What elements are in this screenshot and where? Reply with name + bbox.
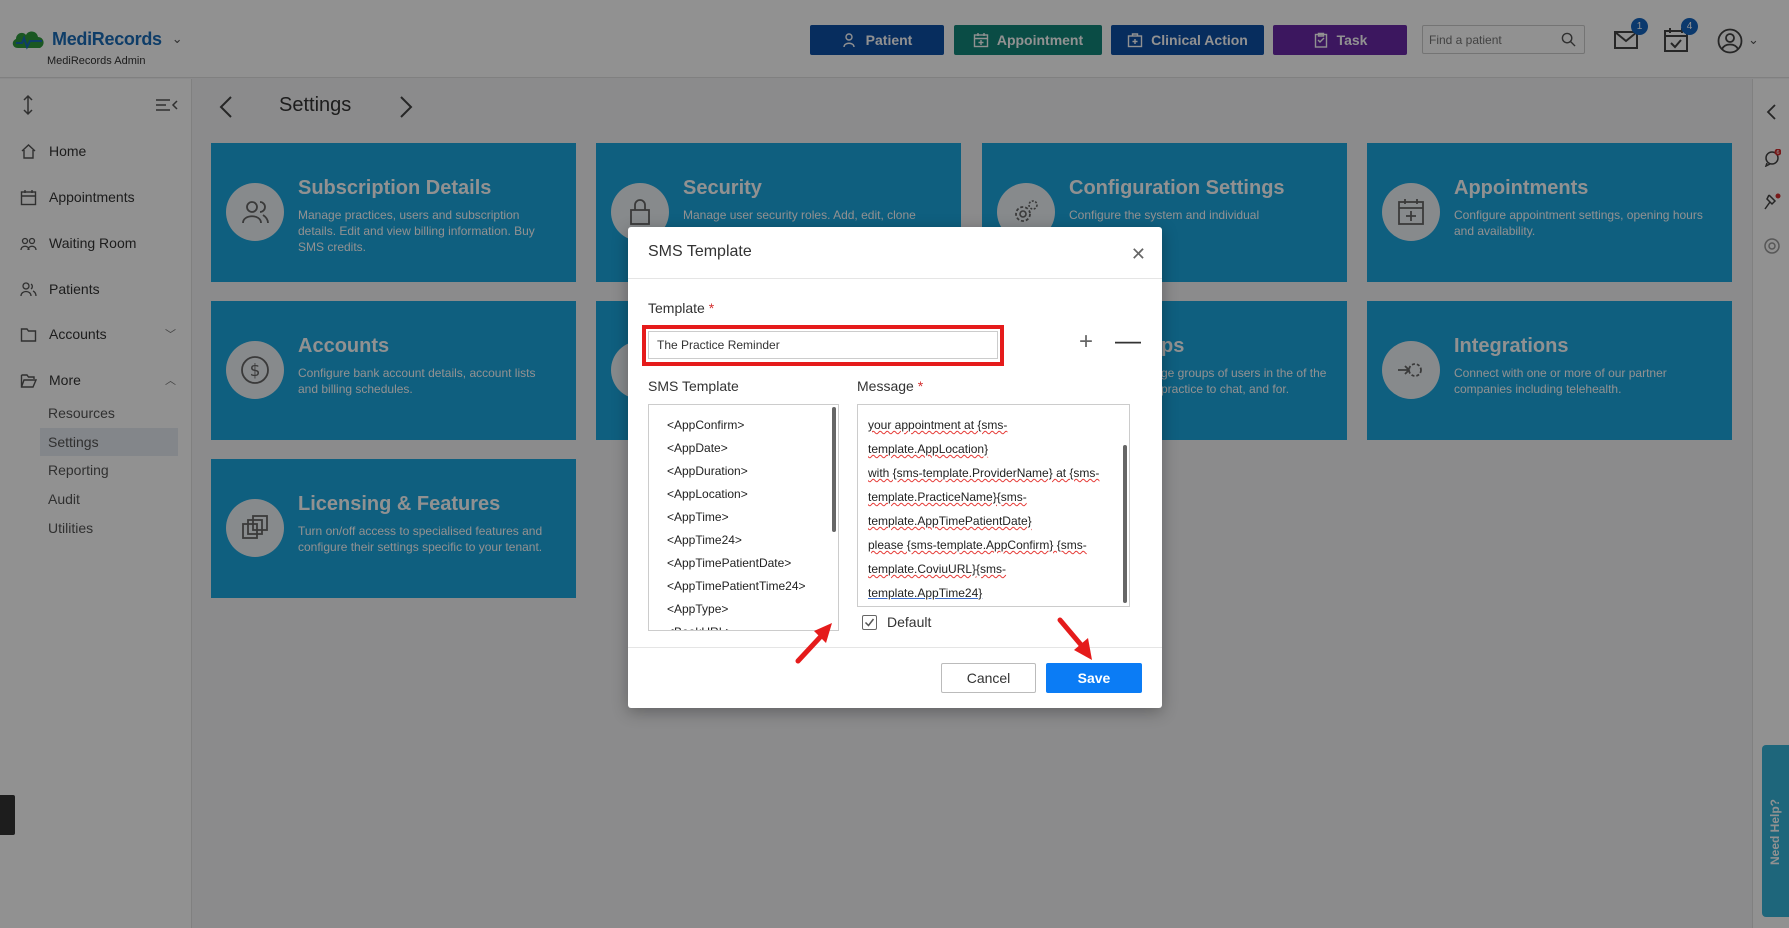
message-line: template.AppLocation}: [868, 442, 989, 456]
list-item[interactable]: <AppConfirm>: [649, 414, 838, 437]
tag-list[interactable]: <AppConfirm> <AppDate> <AppDuration> <Ap…: [648, 404, 839, 631]
highlight-box: [642, 325, 1004, 366]
list-item[interactable]: <AppTime>: [649, 506, 838, 529]
save-button[interactable]: Save: [1046, 663, 1142, 693]
message-label: Message *: [857, 378, 924, 394]
list-item[interactable]: <AppDuration>: [649, 460, 838, 483]
scrollbar[interactable]: [832, 407, 836, 532]
list-item[interactable]: <AppTime24>: [649, 529, 838, 552]
message-line: template.AppTimePatientDate}: [868, 514, 1032, 528]
message-line: with {sms-template.ProviderName} at {sms…: [868, 466, 1100, 480]
default-label: Default: [887, 614, 932, 630]
message-textarea[interactable]: your appointment at {sms- template.AppLo…: [857, 404, 1130, 607]
modal-title: SMS Template: [648, 243, 752, 260]
annotation-arrow-icon: [795, 623, 832, 664]
sms-template-label: SMS Template: [648, 378, 739, 394]
message-line: template.PracticeName}{sms-: [868, 490, 1027, 504]
add-template-icon[interactable]: +: [1079, 328, 1093, 356]
template-label: Template *: [648, 300, 715, 316]
list-item[interactable]: <AppTimePatientTime24>: [649, 575, 838, 598]
message-line: template.AppTime24}: [868, 586, 983, 600]
message-line: please {sms-template.AppConfirm} {sms-: [868, 538, 1087, 552]
list-item[interactable]: <AppDate>: [649, 437, 838, 460]
annotation-arrow-icon: [1057, 617, 1092, 660]
list-item[interactable]: <AppTimePatientDate>: [649, 552, 838, 575]
checkmark-icon: [864, 618, 875, 627]
scrollbar[interactable]: [1123, 445, 1127, 603]
message-line: your appointment at {sms-: [868, 418, 1008, 432]
list-item[interactable]: <AppLocation>: [649, 483, 838, 506]
cancel-button[interactable]: Cancel: [941, 663, 1036, 693]
sms-template-modal: SMS Template ✕ Template * The Practice R…: [628, 227, 1162, 708]
close-icon[interactable]: ✕: [1131, 244, 1146, 265]
list-item[interactable]: <AppType>: [649, 598, 838, 621]
remove-template-icon[interactable]: —: [1115, 325, 1141, 356]
message-line: template.CoviuURL}{sms-: [868, 562, 1007, 576]
modal-header: SMS Template ✕: [628, 227, 1162, 279]
default-checkbox[interactable]: [862, 615, 877, 630]
